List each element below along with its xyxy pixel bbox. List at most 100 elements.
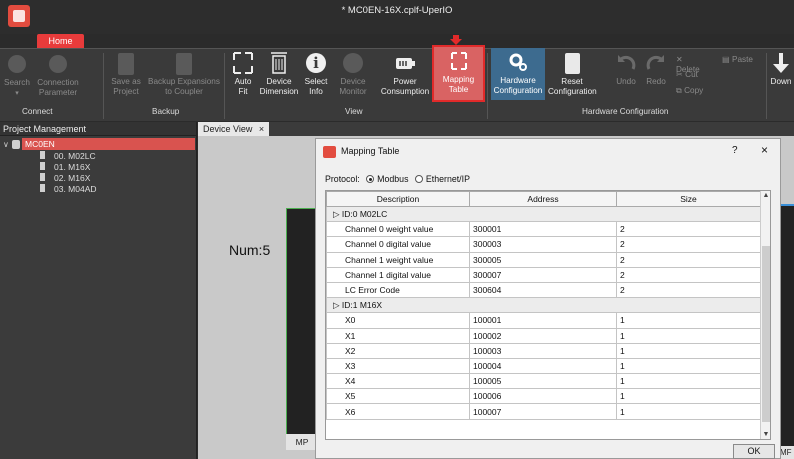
dialog-title: Mapping Table bbox=[341, 146, 400, 156]
cell-address: 100002 bbox=[469, 327, 617, 344]
device-dimension-button[interactable]: Device Dimension bbox=[259, 51, 299, 96]
table-row[interactable]: X6 100007 1 bbox=[326, 403, 761, 420]
help-button[interactable]: ? bbox=[732, 145, 738, 156]
cell-size: 1 bbox=[616, 388, 761, 405]
info-icon: i bbox=[306, 53, 326, 73]
search-icon bbox=[8, 55, 26, 73]
tab-device-view[interactable]: Device View × bbox=[198, 122, 269, 136]
scroll-down-icon[interactable]: ▼ bbox=[762, 431, 770, 438]
close-tab-icon[interactable]: × bbox=[259, 124, 264, 134]
copy-button[interactable]: ⧉ Copy bbox=[676, 86, 710, 96]
paste-button[interactable]: ▤ Paste bbox=[722, 55, 762, 65]
mapping-table-dialog: Mapping Table ? × Protocol: Modbus Ether… bbox=[315, 138, 781, 459]
column-header-description[interactable]: Description bbox=[326, 191, 470, 207]
tree-item[interactable]: 00. M02LC bbox=[0, 150, 196, 161]
cut-button[interactable]: ✂ Cut bbox=[676, 70, 706, 80]
cell-size: 1 bbox=[616, 342, 761, 359]
table-row[interactable]: X5 100006 1 bbox=[326, 388, 761, 405]
group-row[interactable]: ▷ ID:1 M16X bbox=[326, 297, 761, 314]
project-icon bbox=[12, 140, 20, 149]
redo-icon bbox=[645, 51, 667, 75]
save-as-project-button[interactable]: Save as Project bbox=[108, 51, 144, 96]
cell-address: 300005 bbox=[469, 251, 617, 268]
table-row[interactable]: X0 100001 1 bbox=[326, 312, 761, 329]
coupler-device[interactable] bbox=[286, 208, 318, 447]
project-management-panel: Project Management ∨ MC0EN 00. M02LC 01.… bbox=[0, 122, 197, 459]
ok-button[interactable]: OK bbox=[733, 444, 775, 459]
mapping-table[interactable]: Description Address Size ▷ ID:0 M02LC Cha… bbox=[325, 190, 771, 440]
table-row[interactable]: X3 100004 1 bbox=[326, 357, 761, 375]
tab-home[interactable]: Home bbox=[37, 34, 84, 48]
backup-icon bbox=[176, 53, 192, 75]
download-arrow-icon bbox=[770, 51, 792, 75]
cell-size: 2 bbox=[616, 266, 761, 283]
expand-caret-icon[interactable]: ▷ bbox=[333, 300, 342, 310]
group-row[interactable]: ▷ ID:0 M02LC bbox=[326, 205, 761, 223]
group-label-hardware-configuration: Hardware Configuration bbox=[582, 107, 669, 116]
column-header-size[interactable]: Size bbox=[616, 191, 761, 207]
cell-address: 100003 bbox=[469, 342, 617, 359]
undo-icon bbox=[615, 51, 637, 75]
undo-button[interactable]: Undo bbox=[614, 51, 638, 87]
tab-strip bbox=[269, 122, 794, 136]
table-row[interactable]: Channel 0 digital value 300003 2 bbox=[326, 236, 761, 253]
select-info-button[interactable]: i Select Info bbox=[301, 51, 331, 96]
expand-caret-icon[interactable]: ∨ bbox=[3, 140, 9, 149]
window-title: * MC0EN-16X.cplf-UperIO bbox=[341, 5, 453, 16]
table-row[interactable]: LC Error Code 300604 2 bbox=[326, 281, 761, 299]
group-separator bbox=[103, 53, 104, 119]
cell-address: 100007 bbox=[469, 403, 617, 420]
expansion-device[interactable] bbox=[780, 204, 794, 448]
tree-item[interactable]: 01. M16X bbox=[0, 161, 196, 172]
cell-size: 2 bbox=[616, 281, 761, 299]
expand-caret-icon[interactable]: ▷ bbox=[333, 209, 342, 219]
table-row[interactable]: Channel 0 weight value 300001 2 bbox=[326, 221, 761, 238]
title-bar: * MC0EN-16X.cplf-UperIO bbox=[0, 0, 794, 34]
ribbon: Search ▾ Connection Parameter Connect Sav… bbox=[0, 48, 794, 121]
scroll-thumb[interactable] bbox=[762, 246, 770, 422]
radio-modbus[interactable] bbox=[366, 175, 375, 183]
power-consumption-button[interactable]: Power Consumption bbox=[378, 51, 432, 96]
radio-ethernet-ip[interactable] bbox=[414, 175, 423, 183]
hardware-configuration-label: Hardware Configuration bbox=[491, 50, 545, 95]
search-button[interactable]: Search ▾ bbox=[2, 51, 32, 98]
column-header-address[interactable]: Address bbox=[469, 191, 617, 207]
table-row[interactable]: X4 100005 1 bbox=[326, 373, 761, 390]
connection-parameter-button[interactable]: Connection Parameter bbox=[34, 51, 82, 97]
table-row[interactable]: Channel 1 weight value 300005 2 bbox=[326, 251, 761, 268]
module-icon bbox=[40, 162, 45, 170]
download-button[interactable]: Down bbox=[768, 51, 794, 87]
tree-root-node[interactable]: ∨ MC0EN bbox=[0, 138, 196, 150]
cell-address: 100006 bbox=[469, 388, 617, 405]
cell-description: X4 bbox=[326, 373, 470, 390]
reset-configuration-button[interactable]: Reset Configuration bbox=[548, 51, 597, 96]
device-monitor-button[interactable]: Device Monitor bbox=[333, 51, 373, 96]
vertical-scrollbar[interactable]: ▲ ▼ bbox=[760, 191, 770, 439]
scroll-up-icon[interactable]: ▲ bbox=[762, 192, 770, 199]
copy-icon: ⧉ bbox=[676, 86, 682, 95]
table-row[interactable]: Channel 1 digital value 300007 2 bbox=[326, 266, 761, 283]
auto-fit-button[interactable]: Auto Fit bbox=[228, 51, 258, 96]
cell-size: 2 bbox=[616, 251, 761, 268]
paste-icon: ▤ bbox=[722, 55, 730, 64]
cell-description: X2 bbox=[326, 342, 470, 359]
cell-size: 2 bbox=[616, 221, 761, 238]
table-row[interactable]: X1 100002 1 bbox=[326, 327, 761, 344]
hardware-configuration-button[interactable]: Hardware Configuration bbox=[491, 48, 545, 100]
backup-expansions-button[interactable]: Backup Expansions to Coupler bbox=[146, 51, 222, 96]
cell-address: 300003 bbox=[469, 236, 617, 253]
cut-icon: ✂ bbox=[676, 70, 683, 79]
module-icon bbox=[40, 184, 45, 192]
table-row[interactable]: X2 100003 1 bbox=[326, 342, 761, 359]
tree-item[interactable]: 03. M04AD bbox=[0, 183, 196, 194]
redo-button[interactable]: Redo bbox=[644, 51, 668, 87]
cell-address: 100001 bbox=[469, 312, 617, 329]
cell-description: X3 bbox=[326, 357, 470, 375]
close-button[interactable]: × bbox=[761, 143, 768, 157]
delete-icon: ✕ bbox=[676, 55, 683, 64]
tree-root-label: MC0EN bbox=[25, 139, 55, 149]
cell-description: X0 bbox=[326, 312, 470, 329]
tree-item[interactable]: 02. M16X bbox=[0, 172, 196, 183]
mapping-table-button[interactable]: Mapping Table bbox=[432, 45, 485, 102]
group-separator bbox=[766, 53, 767, 119]
